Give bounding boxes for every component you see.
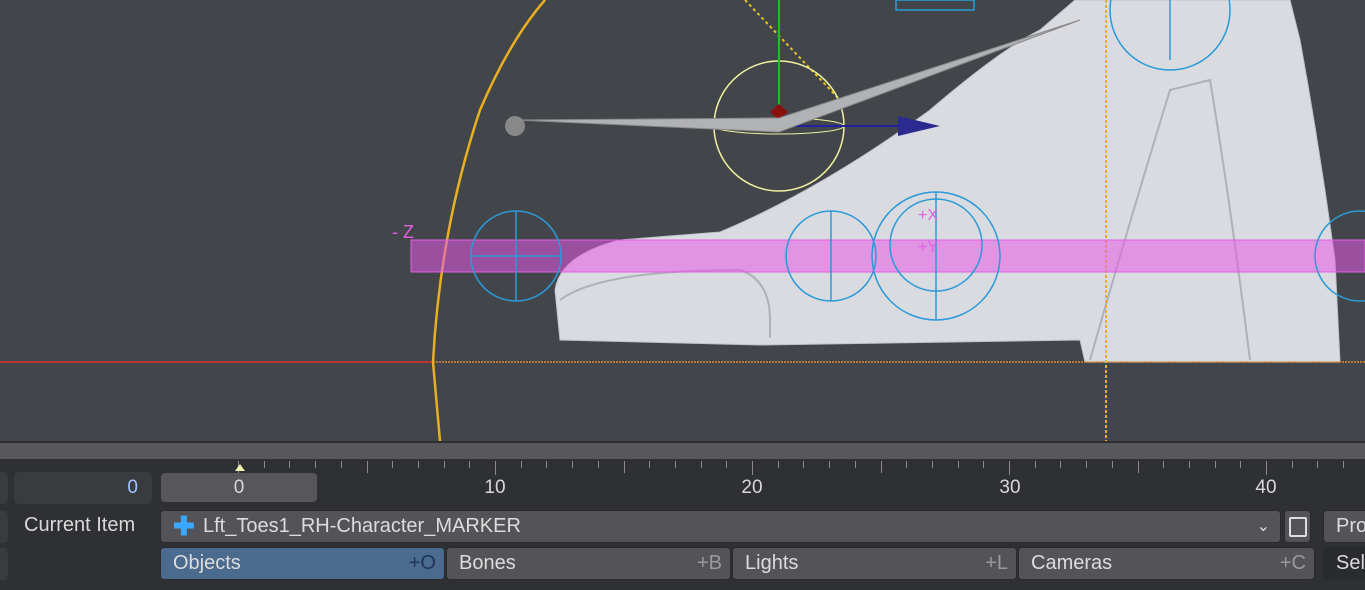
current-item-label: Current Item bbox=[24, 514, 136, 536]
timeline-tick bbox=[340, 461, 342, 468]
timeline-tick bbox=[572, 461, 574, 468]
timeline-tick bbox=[495, 461, 496, 475]
timeline-tick bbox=[469, 461, 471, 468]
timeline-tick bbox=[1137, 461, 1139, 473]
timeline-tick bbox=[854, 461, 856, 468]
timeline-tick bbox=[1163, 461, 1165, 468]
button-label: Bones bbox=[459, 552, 516, 574]
frame-field[interactable]: 0 bbox=[14, 472, 152, 504]
timeline-tick bbox=[443, 461, 445, 468]
shortcut-label: +L bbox=[985, 552, 1008, 574]
button-label: Cameras bbox=[1031, 552, 1113, 574]
timeline-tick bbox=[417, 461, 419, 468]
timeline-tick-label: 20 bbox=[741, 477, 763, 498]
timeline-tick bbox=[700, 461, 702, 468]
timeline-tick-label: 30 bbox=[999, 477, 1021, 498]
timeline-tick bbox=[803, 461, 805, 468]
timeline-tick bbox=[392, 461, 394, 468]
foot-mesh bbox=[554, 0, 1341, 363]
bones-button[interactable]: Bones +B bbox=[446, 547, 731, 580]
null-object-icon: ✚ bbox=[173, 511, 195, 541]
button-label: Objects bbox=[173, 552, 241, 574]
objects-button[interactable]: Objects +O bbox=[160, 547, 445, 580]
left-edge-field[interactable] bbox=[0, 472, 8, 504]
timeline-tick bbox=[1214, 461, 1216, 468]
3d-viewport[interactable]: - Z +X +Y bbox=[0, 0, 1365, 442]
timeline-tick bbox=[1034, 461, 1036, 468]
timeline-tick bbox=[752, 461, 753, 475]
timeline-tick bbox=[597, 461, 599, 468]
timeline-tick bbox=[1111, 461, 1113, 468]
timeline-tick bbox=[546, 461, 548, 468]
timeline-tick bbox=[931, 461, 933, 468]
timeline-tick bbox=[366, 461, 368, 473]
current-item-dropdown[interactable]: Lft_Toes1_RH-Character_MARKER ✚ ⌄ bbox=[160, 510, 1281, 543]
timeline-tick bbox=[983, 461, 985, 468]
timeline-tick bbox=[649, 461, 651, 468]
timeline-tick bbox=[1291, 461, 1293, 468]
left-edge-field[interactable] bbox=[0, 548, 8, 580]
shortcut-label: +B bbox=[696, 552, 722, 574]
timeline-tick bbox=[829, 461, 831, 468]
timeline-tick bbox=[1009, 461, 1010, 475]
chevron-down-icon: ⌄ bbox=[1256, 518, 1270, 535]
timeline-tick bbox=[289, 461, 291, 468]
timeline-tick bbox=[777, 461, 779, 468]
select-button[interactable]: Sel bbox=[1323, 547, 1365, 580]
lights-button[interactable]: Lights +L bbox=[732, 547, 1017, 580]
handle-label-x: +X bbox=[918, 207, 938, 224]
viewport-divider[interactable] bbox=[0, 441, 1365, 459]
timeline-tick bbox=[957, 461, 959, 468]
axis-label: - Z bbox=[392, 222, 414, 242]
shortcut-label: +C bbox=[1279, 552, 1306, 574]
timeline-tick bbox=[1188, 461, 1190, 468]
timeline-tick-label: 10 bbox=[484, 477, 506, 498]
viewport-scene: - Z +X +Y bbox=[0, 0, 1365, 442]
timeline-tick bbox=[1086, 461, 1088, 468]
timeline-tick bbox=[623, 461, 625, 473]
timeline-tick bbox=[315, 461, 317, 468]
timeline-tick bbox=[726, 461, 728, 468]
list-icon bbox=[1289, 517, 1307, 537]
current-item-value: Lft_Toes1_RH-Character_MARKER bbox=[203, 515, 521, 537]
timeline-tick bbox=[1060, 461, 1062, 468]
timeline-tick bbox=[520, 461, 522, 468]
timeline-tick bbox=[1266, 461, 1267, 475]
timeline-tick bbox=[1343, 461, 1345, 468]
handle-label-y: +Y bbox=[918, 239, 938, 256]
timeline-tick bbox=[906, 461, 908, 468]
timeline-tick bbox=[1240, 461, 1242, 468]
frame-slider[interactable]: 0 bbox=[161, 473, 317, 502]
cameras-button[interactable]: Cameras +C bbox=[1018, 547, 1315, 580]
timeline-tick bbox=[1317, 461, 1319, 468]
shortcut-label: +O bbox=[408, 552, 436, 574]
timeline-tick bbox=[263, 461, 265, 468]
timeline-tick bbox=[674, 461, 676, 468]
left-edge-field[interactable] bbox=[0, 511, 8, 543]
timeline-tick-label: 40 bbox=[1255, 477, 1277, 498]
timeline-tick bbox=[880, 461, 882, 473]
button-label: Lights bbox=[745, 552, 799, 574]
playhead-marker[interactable] bbox=[235, 464, 245, 471]
properties-button[interactable]: Pro bbox=[1323, 510, 1365, 543]
item-list-button[interactable] bbox=[1284, 510, 1311, 543]
